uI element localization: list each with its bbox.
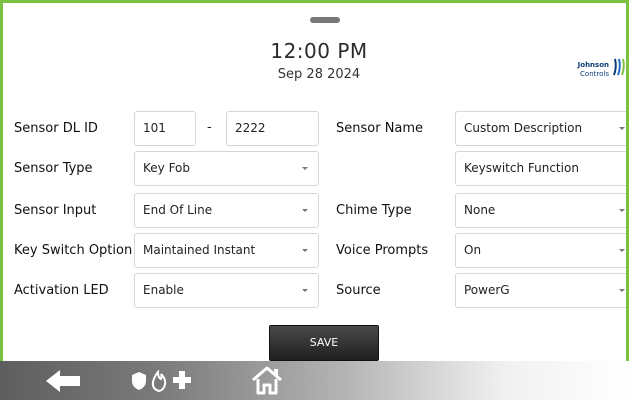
key-switch-option-select[interactable]: Maintained Instant [134,233,319,268]
chime-type-label: Chime Type [336,203,412,218]
activation-led-label: Activation LED [14,283,109,298]
voice-prompts-select[interactable]: On [455,233,629,268]
key-switch-option-label: Key Switch Option [14,243,133,258]
activation-led-select[interactable]: Enable [134,273,319,308]
custom-description-input[interactable]: Keyswitch Function [455,151,629,186]
chevron-down-icon [619,209,625,212]
chevron-down-icon [619,127,625,130]
sensor-dl-id-label: Sensor DL ID [14,121,98,136]
sensor-dl-id-separator: - [207,120,212,135]
sensor-dl-id-part1-input[interactable]: 101 [134,111,196,146]
sensor-name-select[interactable]: Custom Description [455,111,629,146]
save-button[interactable]: SAVE [269,325,379,361]
fire-icon[interactable] [151,370,167,392]
sensor-type-label: Sensor Type [14,161,93,176]
logo-line2: Controls [580,70,609,78]
home-icon[interactable] [250,365,284,395]
shield-icon[interactable] [131,371,147,391]
chime-type-value: None [464,203,496,217]
voice-prompts-value: On [464,243,482,257]
source-value: PowerG [464,283,510,297]
johnson-controls-logo: Johnson Controls [577,57,627,83]
source-select[interactable]: PowerG [455,273,629,308]
sensor-input-select[interactable]: End Of Line [134,193,319,228]
logo-swoosh-icon [613,58,625,76]
clock-time: 12:00 PM [270,39,368,63]
sensor-type-value: Key Fob [143,161,191,175]
chevron-down-icon [302,209,308,212]
sensor-name-value: Custom Description [464,121,583,135]
pull-down-handle[interactable] [310,17,340,23]
chevron-down-icon [302,249,308,252]
clock-date: Sep 28 2024 [277,67,361,82]
logo-line1: Johnson [577,61,609,69]
chevron-down-icon [302,289,308,292]
activation-led-value: Enable [143,283,184,297]
sensor-type-select[interactable]: Key Fob [134,151,319,186]
app-frame: 12:00 PM Sep 28 2024 Johnson Controls Se… [0,0,629,397]
chevron-down-icon [302,167,308,170]
sensor-name-label: Sensor Name [336,121,424,136]
chevron-down-icon [619,249,625,252]
bottom-nav-bar [0,361,632,400]
source-label: Source [336,283,381,298]
chime-type-select[interactable]: None [455,193,629,228]
medical-cross-icon[interactable] [172,370,192,390]
sensor-input-value: End Of Line [143,203,213,217]
key-switch-option-value: Maintained Instant [143,243,256,257]
sensor-input-label: Sensor Input [14,203,97,218]
back-arrow-icon[interactable] [44,369,82,393]
sensor-dl-id-part2-input[interactable]: 2222 [226,111,319,146]
chevron-down-icon [619,289,625,292]
voice-prompts-label: Voice Prompts [336,243,429,258]
